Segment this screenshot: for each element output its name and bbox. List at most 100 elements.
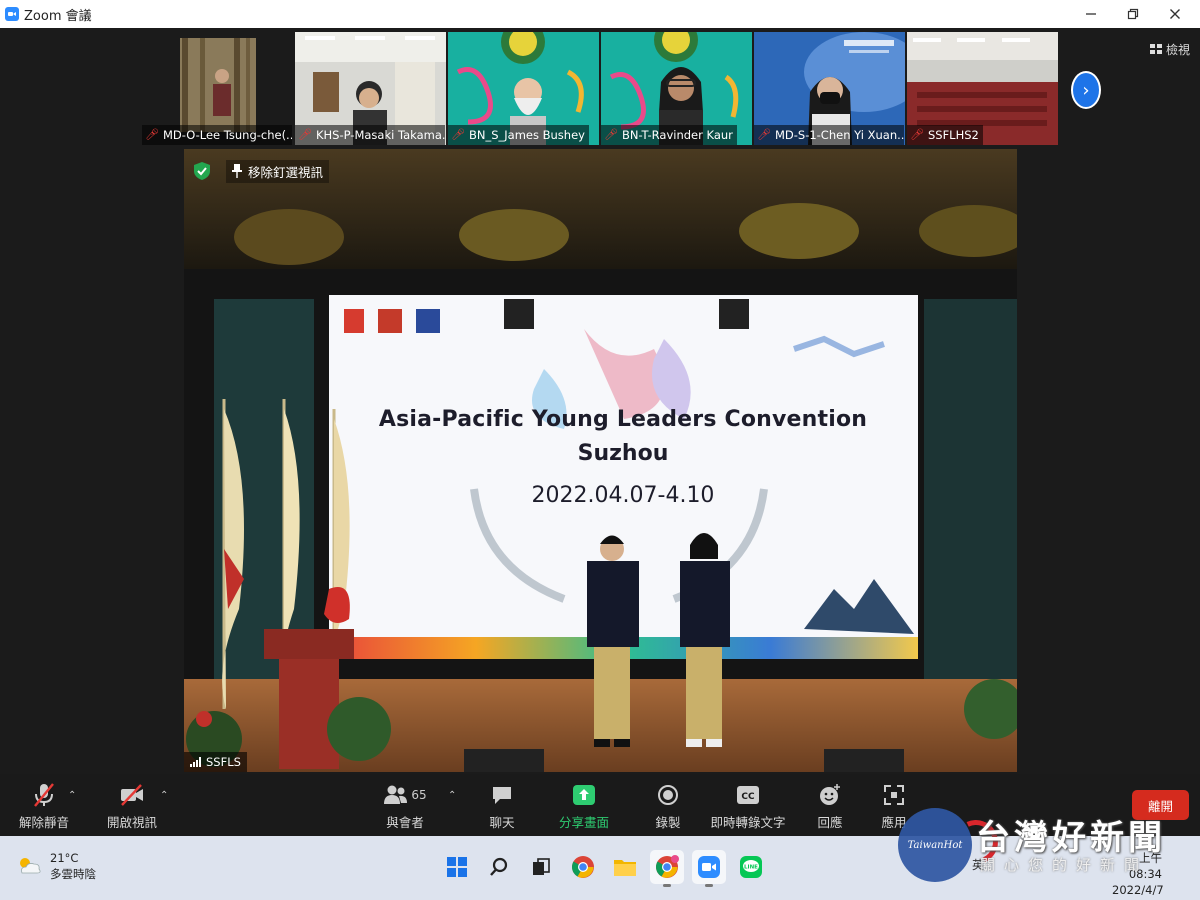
speaker-name: SSFLS (206, 755, 241, 769)
participant-name: MD-S-1-Chen Yi Xuan... (774, 128, 904, 142)
windows-logo-icon (447, 857, 467, 877)
start-video-label: 開啟視訊 (106, 815, 157, 830)
chrome-app[interactable] (566, 850, 600, 884)
unpin-video-button[interactable]: 移除釘選視訊 (226, 159, 330, 183)
participant-name: BN-T-Ravinder Kaur (621, 128, 733, 142)
slide-title: Asia-Pacific Young Leaders Convention (378, 407, 868, 432)
running-indicator (663, 884, 671, 887)
apps-icon (884, 785, 904, 805)
task-view-icon (533, 858, 550, 875)
participants-button[interactable]: 65 與會者 (380, 780, 430, 832)
taskbar-apps: LINE (440, 850, 768, 887)
close-icon (1170, 9, 1180, 19)
smiley-icon (820, 784, 840, 805)
search-button[interactable] (482, 850, 516, 884)
participant-name-label: 🎤︎ BN_S_James Bushey (448, 125, 589, 145)
participant-name-label: 🎤︎ MD-S-1-Chen Yi Xuan... (754, 125, 904, 145)
muted-mic-icon: 🎤︎ (451, 128, 465, 141)
muted-mic-icon: 🎤︎ (298, 128, 312, 141)
unmute-button[interactable]: 解除靜音 (18, 780, 70, 832)
participant-name: BN_S_James Bushey (468, 128, 585, 142)
participant-tile[interactable]: 🎤︎ MD-S-1-Chen Yi Xuan... (754, 32, 905, 145)
participant-name: MD-O-Lee Tsung-che(... (162, 128, 292, 142)
chat-icon (493, 787, 511, 804)
pin-icon (232, 164, 242, 178)
pin-bar: 移除釘選視訊 (192, 159, 330, 183)
running-indicator (705, 884, 713, 887)
participant-name-label: 🎤︎ BN-T-Ravinder Kaur (601, 125, 737, 145)
restore-button[interactable] (1112, 0, 1154, 28)
line-app-icon: LINE (740, 856, 762, 878)
chrome-icon (656, 855, 679, 878)
news-watermark: TaiwanHot 台灣好新聞 關心您的好新聞 (898, 806, 1188, 886)
unmute-label: 解除靜音 (18, 815, 69, 830)
file-explorer-app[interactable] (608, 850, 642, 884)
signal-strength-icon (190, 757, 201, 767)
zoom-app[interactable] (692, 850, 726, 887)
weather-widget[interactable]: 21°C 多雲時陰 (16, 850, 96, 882)
start-video-button[interactable]: 開啟視訊 (106, 780, 158, 832)
closed-caption-icon: CC (737, 786, 759, 804)
record-button[interactable]: 錄製 (652, 780, 684, 832)
view-button[interactable]: 檢視 (1146, 40, 1194, 58)
reactions-button[interactable]: 回應 (814, 780, 846, 832)
participant-name-label: 🎤︎ MD-O-Lee Tsung-che(... (142, 125, 292, 145)
participants-options-button[interactable]: ⌃ (448, 780, 458, 832)
share-screen-button[interactable]: 分享畫面 (556, 780, 612, 832)
share-screen-label: 分享畫面 (558, 815, 609, 830)
pinned-video[interactable]: Asia-Pacific Young Leaders Convention Su… (184, 149, 1017, 772)
muted-mic-icon: 🎤︎ (145, 128, 159, 141)
record-label: 錄製 (655, 815, 681, 830)
svg-text:CC: CC (741, 792, 755, 802)
weather-temp: 21°C (50, 851, 79, 865)
participant-name: KHS-P-Masaki Takama... (315, 128, 445, 142)
chat-label: 聊天 (489, 815, 515, 830)
watermark-subtitle: 關心您的好新聞 (980, 856, 1149, 874)
zoom-window: Zoom 會議 🎤︎ MD-O-Lee Tsung-che(... 🎤︎ KHS… (0, 0, 1200, 900)
task-view-button[interactable] (524, 850, 558, 884)
muted-mic-icon: 🎤︎ (910, 128, 924, 141)
chevron-right-icon: › (1073, 73, 1099, 107)
caret-up-icon: ⌃ (448, 790, 457, 801)
svg-text:LINE: LINE (744, 865, 758, 871)
participants-label: 與會者 (386, 815, 424, 830)
watermark-title: 台灣好新聞 (976, 818, 1166, 858)
muted-mic-icon: 🎤︎ (757, 128, 771, 141)
encryption-shield-icon[interactable] (192, 161, 212, 181)
muted-mic-icon: 🎤︎ (604, 128, 618, 141)
chat-button[interactable]: 聊天 (486, 780, 518, 832)
start-button[interactable] (440, 850, 474, 884)
participant-count: 65 (411, 788, 427, 802)
close-button[interactable] (1154, 0, 1196, 28)
speaker-name-label: SSFLS (184, 752, 247, 772)
folder-icon (614, 860, 636, 876)
video-options-button[interactable]: ⌃ (160, 780, 170, 832)
video-off-icon (121, 784, 143, 806)
chrome-icon (572, 856, 594, 878)
participant-tile[interactable]: 🎤︎ SSFLHS2 (907, 32, 1058, 145)
participant-tile[interactable]: 🎤︎ MD-O-Lee Tsung-che(... (142, 32, 293, 145)
view-label: 檢視 (1166, 42, 1191, 57)
audio-options-button[interactable]: ⌃ (68, 780, 78, 832)
grid-view-icon (1150, 44, 1162, 54)
next-participants-button[interactable]: › (1071, 71, 1101, 109)
slide-date: 2022.04.07-4.10 (531, 483, 715, 508)
caret-up-icon: ⌃ (68, 790, 77, 801)
participant-tile[interactable]: 🎤︎ BN_S_James Bushey (448, 32, 599, 145)
chrome-app-active[interactable] (650, 850, 684, 887)
line-app[interactable]: LINE (734, 850, 768, 884)
caret-up-icon: ⌃ (160, 790, 169, 801)
weather-description: 多雲時陰 (50, 867, 96, 881)
window-title: Zoom 會議 (24, 8, 92, 24)
minimize-button[interactable] (1070, 0, 1112, 28)
muted-microphone-icon (34, 783, 54, 807)
participant-tile[interactable]: 🎤︎ KHS-P-Masaki Takama... (295, 32, 446, 145)
participant-name-label: 🎤︎ SSFLHS2 (907, 125, 983, 145)
slide-city: Suzhou (577, 441, 669, 466)
live-transcript-button[interactable]: CC 即時轉錄文字 (710, 780, 786, 832)
participant-name-label: 🎤︎ KHS-P-Masaki Takama... (295, 125, 445, 145)
restore-icon (1127, 8, 1139, 20)
participant-tile[interactable]: 🎤︎ BN-T-Ravinder Kaur (601, 32, 752, 145)
search-icon (490, 857, 508, 876)
live-transcript-label: 即時轉錄文字 (710, 815, 786, 830)
